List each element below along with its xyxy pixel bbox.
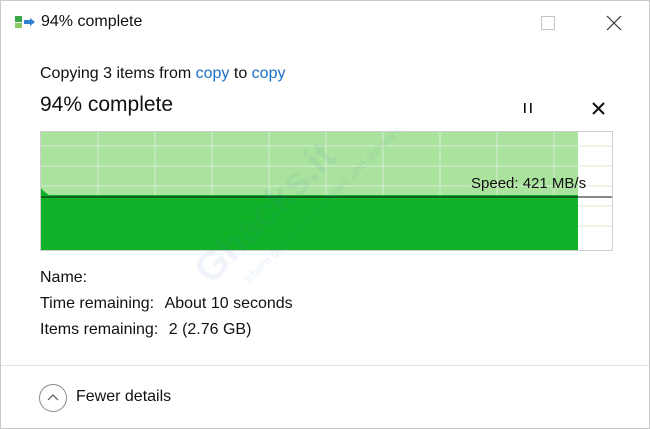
copy-summary: Copying 3 items from copy to copy bbox=[40, 65, 285, 83]
items-remaining-value: 2 (2.76 GB) bbox=[168, 321, 252, 338]
detail-time-remaining: Time remaining: About 10 seconds bbox=[40, 295, 293, 313]
window-title: 94% complete bbox=[41, 13, 143, 30]
pause-icon bbox=[524, 103, 532, 113]
close-icon bbox=[592, 102, 605, 115]
copy-summary-connector: to bbox=[233, 65, 248, 82]
minimize-button[interactable] bbox=[461, 1, 507, 45]
maximize-button[interactable] bbox=[525, 1, 571, 45]
maximize-icon bbox=[541, 16, 555, 30]
copy-progress-dialog: 94% complete Copying 3 items from copy t… bbox=[0, 0, 650, 429]
source-folder-link[interactable]: copy bbox=[196, 65, 230, 82]
pause-button[interactable] bbox=[517, 97, 539, 119]
destination-folder-link[interactable]: copy bbox=[252, 65, 286, 82]
time-remaining-label: Time remaining: bbox=[40, 295, 155, 312]
detail-name: Name: bbox=[40, 269, 93, 287]
fewer-details-link[interactable]: Fewer details bbox=[76, 388, 171, 406]
fewer-details-button[interactable] bbox=[39, 384, 67, 412]
title-bar[interactable]: 94% complete bbox=[1, 1, 649, 45]
progress-headline: 94% complete bbox=[40, 93, 174, 116]
copy-transfer-icon bbox=[15, 16, 35, 28]
name-label: Name: bbox=[40, 269, 88, 286]
speed-label: Speed: 421 MB/s bbox=[471, 175, 587, 192]
minimize-icon bbox=[478, 22, 490, 23]
detail-items-remaining: Items remaining: 2 (2.76 GB) bbox=[40, 321, 251, 339]
close-icon bbox=[606, 15, 622, 31]
copy-summary-prefix: Copying 3 items from bbox=[40, 65, 192, 82]
close-window-button[interactable] bbox=[591, 1, 637, 45]
items-remaining-label: Items remaining: bbox=[40, 321, 159, 338]
time-remaining-value: About 10 seconds bbox=[164, 295, 293, 312]
cancel-button[interactable] bbox=[588, 97, 610, 119]
chevron-up-icon bbox=[47, 394, 59, 401]
